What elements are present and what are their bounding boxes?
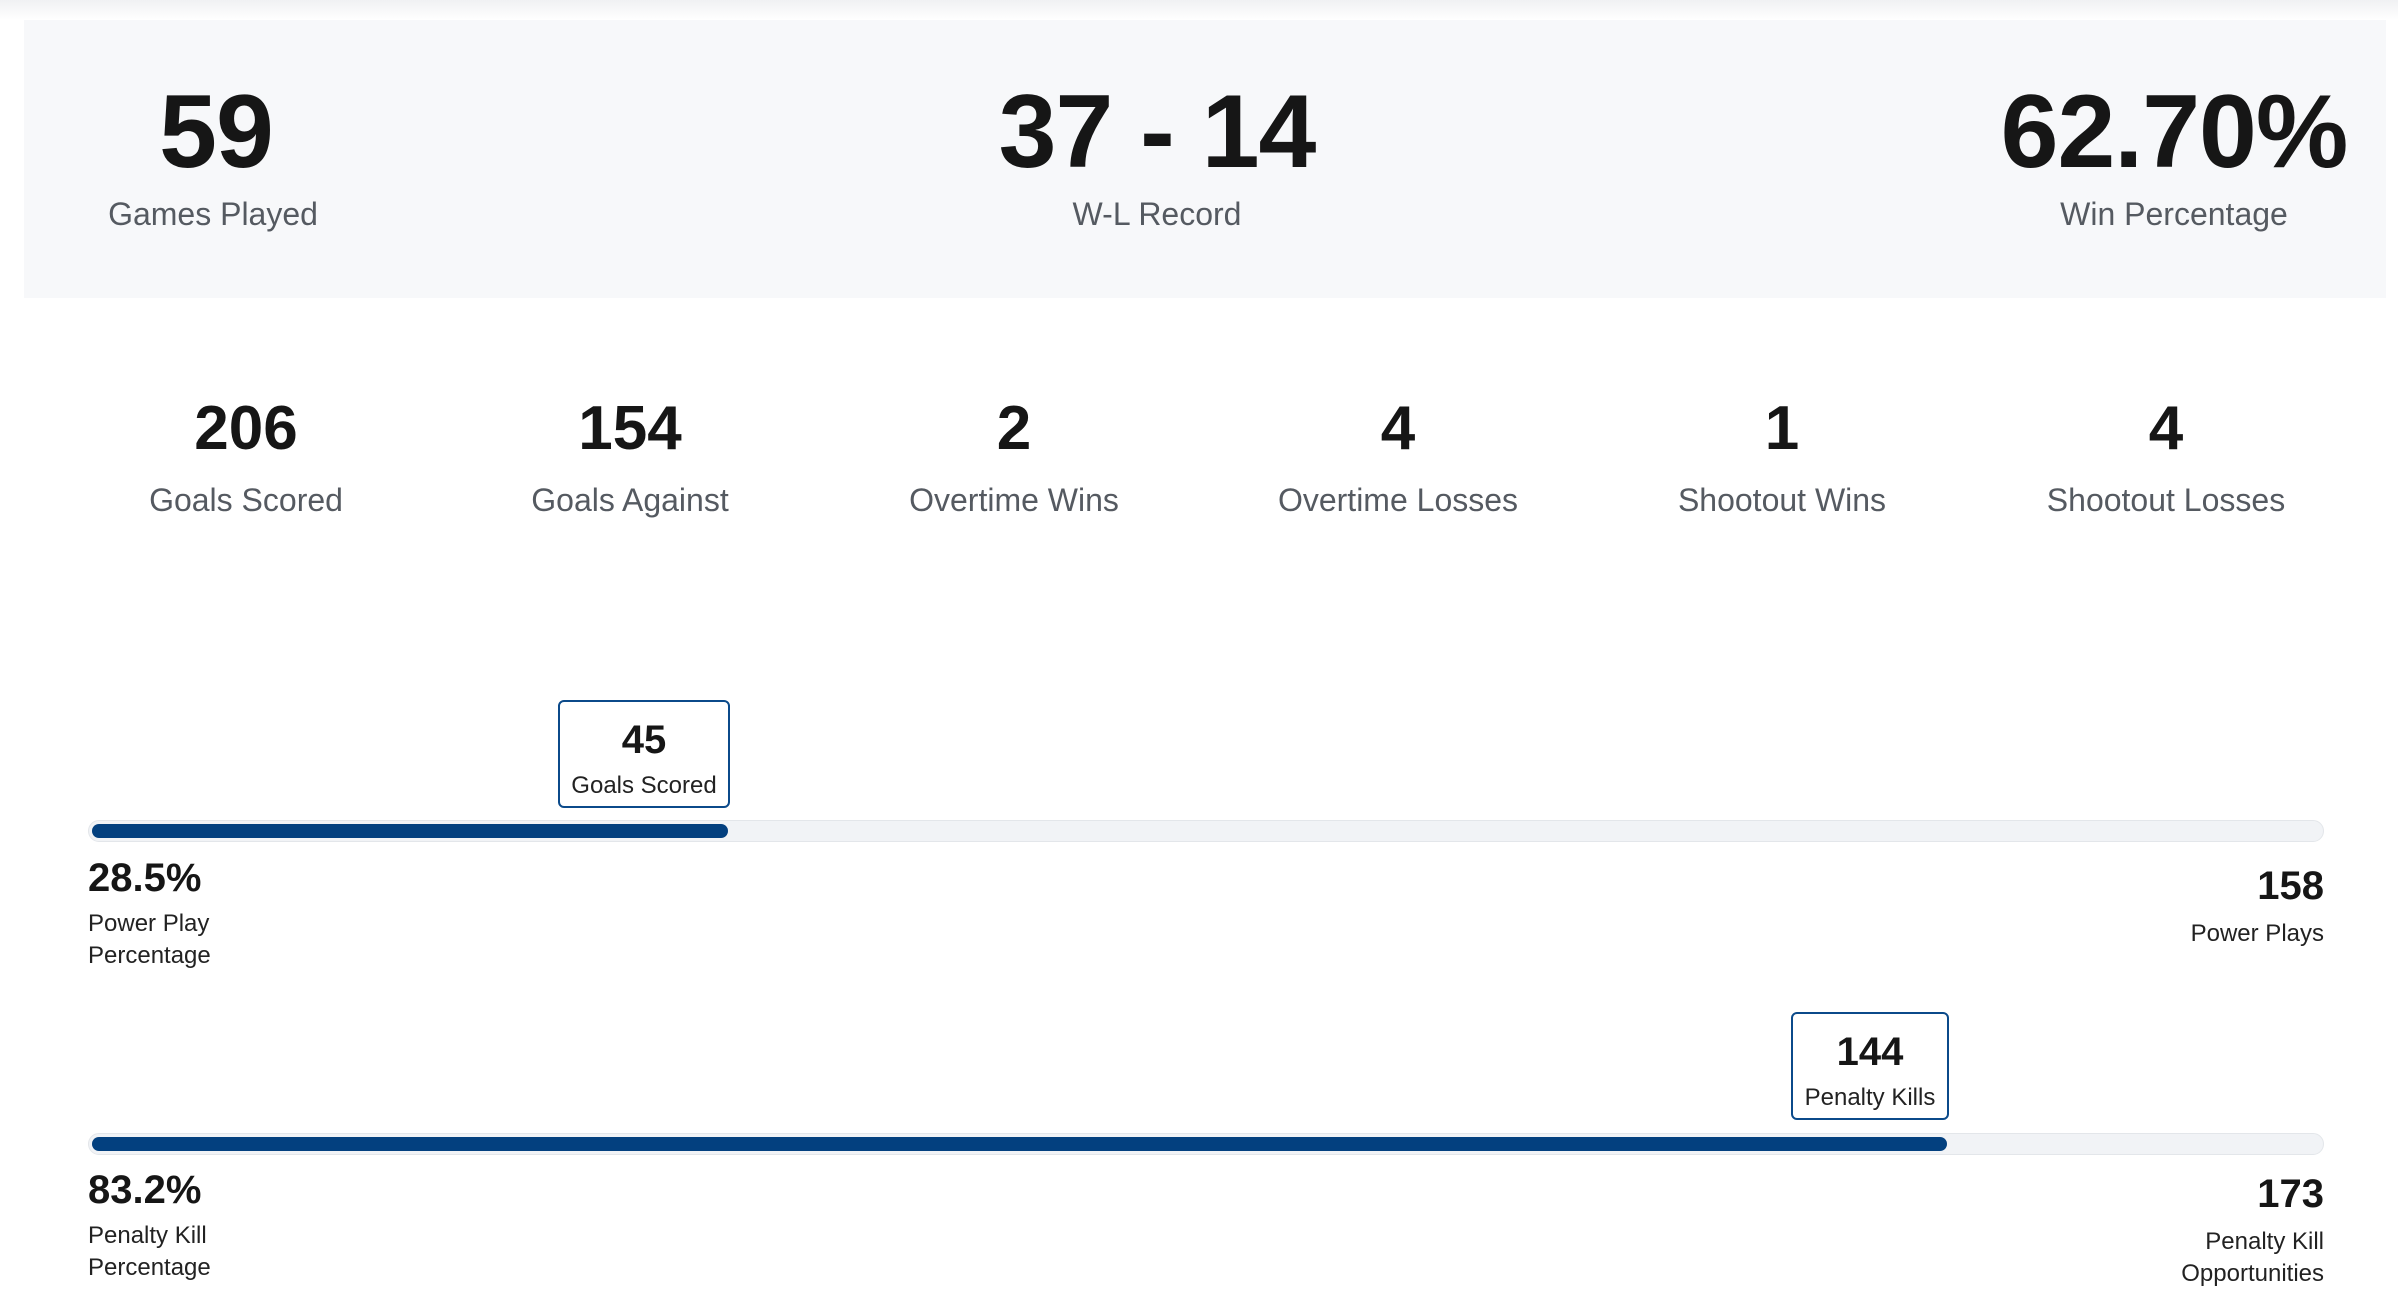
penalty-kill-fill [92, 1137, 1947, 1151]
wl-record-value: 37 - 14 [998, 74, 1317, 190]
total-value: 173 [2257, 1172, 2324, 1216]
stat-shootout-losses: 4 Shootout Losses [2006, 398, 2326, 519]
percent-label: Power Play Percentage [88, 908, 211, 972]
season-summary-panel: 59 Games Played 37 - 14 W-L Record 62.70… [24, 20, 2386, 298]
top-shadow [0, 0, 2398, 20]
stat-value: 2 [996, 394, 1032, 463]
penalty-kill-percentage: 83.2% Penalty Kill Percentage [88, 1170, 211, 1284]
penalty-kills-callout: 144 Penalty Kills [1791, 1012, 1949, 1120]
callout-label: Goals Scored [571, 772, 717, 799]
stat-label: Overtime Wins [909, 482, 1119, 518]
stats-row: 206 Goals Scored 154 Goals Against 2 Ove… [54, 398, 2354, 528]
total-value: 158 [2257, 864, 2324, 908]
stat-goals-scored: 206 Goals Scored [86, 398, 406, 519]
stat-value: 206 [194, 394, 298, 463]
wl-record-label: W-L Record [1072, 196, 1242, 232]
callout-value: 45 [621, 718, 667, 762]
percent-label: Penalty Kill Percentage [88, 1220, 211, 1284]
power-play-total: 158 Power Plays [2191, 866, 2324, 950]
total-label-line1: Penalty Kill [2205, 1228, 2324, 1255]
percent-label-line2: Percentage [88, 1254, 211, 1281]
stat-label: Overtime Losses [1277, 482, 1519, 518]
percent-label-line2: Percentage [88, 942, 211, 969]
total-label-line2: Opportunities [2181, 1260, 2324, 1287]
stat-value: 1 [1764, 394, 1800, 463]
power-play-meter: 45 Goals Scored 28.5% Power Play Percent… [88, 700, 2324, 970]
stat-overtime-losses: 4 Overtime Losses [1238, 398, 1558, 519]
stat-value: 154 [578, 394, 682, 463]
stat-goals-against: 154 Goals Against [470, 398, 790, 519]
stat-label: Shootout Wins [1677, 482, 1887, 518]
win-percentage-label: Win Percentage [2060, 196, 2288, 232]
stat-label: Shootout Losses [2046, 482, 2286, 518]
penalty-kill-track [88, 1133, 2324, 1155]
power-play-goals-callout: 45 Goals Scored [558, 700, 730, 808]
total-label: Penalty Kill Opportunities [2181, 1226, 2324, 1290]
win-percentage-value: 62.70% [2000, 74, 2349, 190]
games-played-label: Games Played [108, 196, 318, 232]
stat-value: 4 [1380, 394, 1416, 463]
stat-label: Goals Against [531, 482, 729, 518]
games-played-value: 59 [159, 74, 274, 190]
games-played-summary: 59 Games Played [88, 80, 338, 233]
power-play-track [88, 820, 2324, 842]
stat-label: Goals Scored [149, 482, 343, 518]
callout-label: Penalty Kills [1804, 1084, 1936, 1111]
percent-value: 83.2% [88, 1168, 202, 1212]
penalty-kill-meter: 144 Penalty Kills 83.2% Penalty Kill Per… [88, 1012, 2324, 1288]
power-play-fill [92, 824, 728, 838]
percent-label-line1: Power Play [88, 910, 210, 937]
percent-value: 28.5% [88, 856, 202, 900]
power-play-percentage: 28.5% Power Play Percentage [88, 858, 211, 972]
percent-label-line1: Penalty Kill [88, 1222, 207, 1249]
win-percentage-summary: 62.70% Win Percentage [1924, 80, 2398, 233]
stat-value: 4 [2148, 394, 2184, 463]
callout-value: 144 [1836, 1030, 1904, 1074]
total-label: Power Plays [2190, 920, 2324, 947]
stat-shootout-wins: 1 Shootout Wins [1622, 398, 1942, 519]
stat-overtime-wins: 2 Overtime Wins [854, 398, 1174, 519]
penalty-kill-total: 173 Penalty Kill Opportunities [2181, 1174, 2324, 1290]
wl-record-summary: 37 - 14 W-L Record [907, 80, 1407, 233]
